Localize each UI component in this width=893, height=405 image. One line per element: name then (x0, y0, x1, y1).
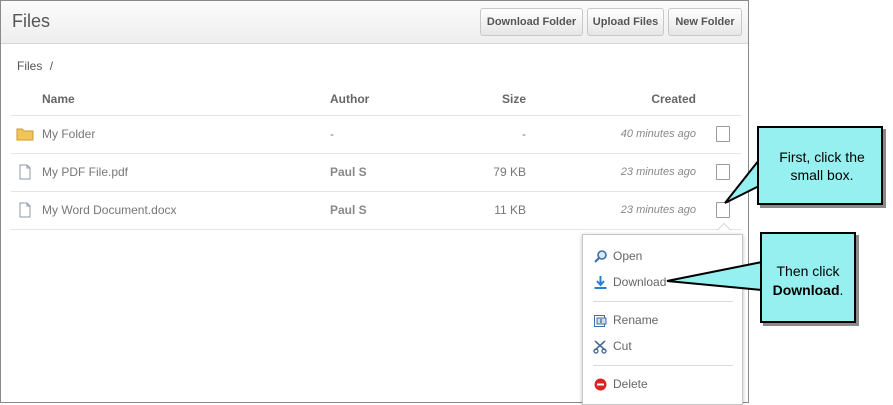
callout-text-bold: Download (772, 282, 840, 298)
callout-text-prefix: Then click (776, 263, 840, 279)
callout-text: First, click the small box. (779, 149, 865, 183)
callout-first-step: First, click the small box. (757, 126, 883, 205)
callout-second-step: Then click Download. (760, 232, 856, 323)
callout-text-suffix: . (839, 282, 844, 298)
